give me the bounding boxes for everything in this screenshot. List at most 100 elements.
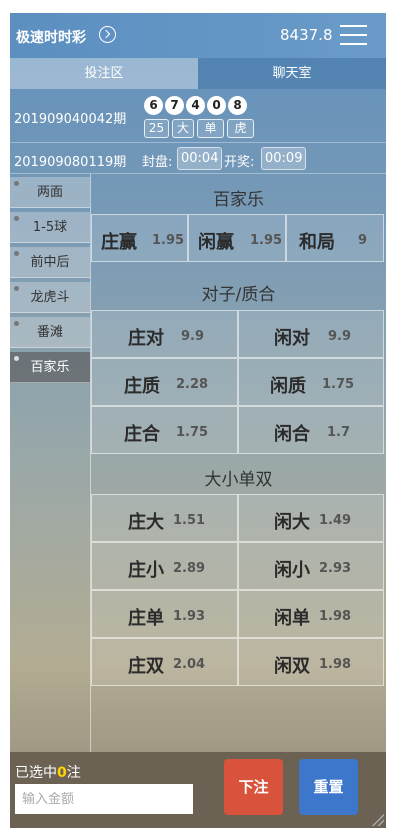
result-ball: 8 (228, 96, 247, 115)
sidebar-item-label: 两面 (36, 185, 63, 200)
bet-option-name: 庄大 (128, 512, 164, 533)
sidebar-item-ball-1-5[interactable]: 1-5球 (10, 212, 90, 243)
bet-option-name: 庄单 (128, 608, 164, 629)
bet-option[interactable]: 庄小 2.89 (91, 542, 238, 590)
chevron-right-circle-icon[interactable] (99, 26, 116, 43)
sidebar-item-label: 龙虎斗 (30, 290, 70, 305)
play-type-sidebar: 两面 1-5球 前中后 龙虎斗 番滩 百家乐 (10, 174, 90, 752)
bet-option-odds: 1.95 (152, 233, 185, 248)
bet-option[interactable]: 庄质 2.28 (91, 358, 238, 406)
bullet-icon (14, 321, 19, 326)
sidebar-item-dragon-tiger[interactable]: 龙虎斗 (10, 282, 90, 313)
bet-option[interactable]: 闲小 2.93 (238, 542, 384, 590)
bet-option-odds: 1.49 (319, 513, 352, 528)
result-tag-sum: 25 (144, 119, 169, 138)
bet-option-name: 庄双 (128, 656, 164, 677)
bet-option[interactable]: 庄双 2.04 (91, 638, 238, 686)
bet-option[interactable]: 闲合 1.7 (238, 406, 384, 454)
bullet-icon (14, 216, 19, 221)
amount-input[interactable] (15, 784, 193, 814)
bet-option-name: 闲合 (274, 424, 310, 445)
bet-option-odds: 1.7 (327, 425, 351, 440)
tab-bar: 投注区 聊天室 (10, 58, 386, 89)
bet-option-odds: 2.04 (173, 657, 206, 672)
bet-option-odds: 2.93 (319, 561, 352, 576)
sidebar-item-fantan[interactable]: 番滩 (10, 317, 90, 348)
bet-option[interactable]: 闲双 1.98 (238, 638, 384, 686)
reset-button[interactable]: 重置 (299, 759, 358, 815)
top-bar: 极速时时彩 8437.8 (10, 13, 386, 58)
tab-betting[interactable]: 投注区 (10, 58, 198, 89)
selection-prefix: 已选中 (15, 765, 57, 781)
section-title-pairs: 对子/质合 (201, 285, 276, 305)
open-label: 开奖: (224, 155, 255, 170)
bet-option-name: 闲质 (270, 376, 306, 397)
open-timer: 00:09 (261, 147, 307, 170)
bet-board: 百家乐 庄赢 1.95 闲赢 1.95 和局 9 对子/质合 庄对 9.9 闲对… (91, 174, 386, 752)
bet-option-odds: 1.98 (319, 657, 352, 672)
result-ball: 6 (144, 96, 163, 115)
selection-count-value: 0 (57, 765, 67, 781)
bet-option-name: 闲单 (274, 608, 310, 629)
result-ball: 7 (165, 96, 184, 115)
last-draw-issue: 201909040042期 (14, 112, 127, 127)
bullet-icon (14, 251, 19, 256)
bet-option-name: 闲对 (274, 328, 310, 349)
bullet-icon (14, 356, 19, 361)
bet-option-name: 庄赢 (101, 232, 137, 253)
sidebar-item-two-sides[interactable]: 两面 (10, 177, 90, 208)
bet-option[interactable]: 庄合 1.75 (91, 406, 238, 454)
bet-option[interactable]: 庄对 9.9 (91, 310, 238, 358)
place-bet-button[interactable]: 下注 (224, 759, 283, 815)
bet-option-odds: 1.75 (176, 425, 209, 440)
bet-option[interactable]: 闲质 1.75 (238, 358, 384, 406)
bet-option[interactable]: 庄单 1.93 (91, 590, 238, 638)
bet-option-name: 闲小 (274, 560, 310, 581)
close-label: 封盘: (142, 155, 173, 170)
selection-count: 已选中0注 (15, 762, 81, 782)
section-title-baccarat: 百家乐 (213, 190, 264, 210)
section-title-size-parity: 大小单双 (204, 470, 273, 490)
last-draw-row: 201909040042期 6 7 4 0 8 25 大 单 虎 (10, 89, 386, 143)
app-window: 极速时时彩 8437.8 投注区 聊天室 201909040042期 6 7 4… (10, 13, 386, 828)
bet-option-odds: 2.89 (173, 561, 206, 576)
bet-option[interactable]: 闲赢 1.95 (188, 214, 286, 262)
result-ball: 0 (207, 96, 226, 115)
sidebar-item-label: 番滩 (36, 325, 63, 340)
sidebar-item-baccarat[interactable]: 百家乐 (10, 352, 90, 383)
bet-option-name: 闲赢 (198, 232, 234, 253)
hamburger-menu-icon[interactable] (340, 23, 367, 47)
result-tag-dragon-tiger: 虎 (227, 119, 254, 138)
result-ball: 4 (186, 96, 205, 115)
bet-option[interactable]: 闲大 1.49 (238, 494, 384, 542)
bet-option-name: 闲双 (274, 656, 310, 677)
bet-option-name: 庄小 (128, 560, 164, 581)
sidebar-item-label: 前中后 (30, 255, 70, 270)
bet-option-odds: 1.75 (322, 377, 355, 392)
countdown-row: 201909080119期 封盘: 00:04 开奖: 00:09 (10, 144, 386, 174)
bet-option[interactable]: 闲单 1.98 (238, 590, 384, 638)
current-issue: 201909080119期 (14, 155, 127, 170)
sidebar-item-label: 1-5球 (32, 220, 68, 235)
bet-option-odds: 1.51 (173, 513, 206, 528)
tab-chat[interactable]: 聊天室 (198, 58, 386, 89)
bet-option[interactable]: 庄赢 1.95 (91, 214, 188, 262)
bet-option-odds: 9 (358, 233, 368, 248)
sidebar-item-label: 百家乐 (30, 360, 70, 375)
bullet-icon (14, 286, 19, 291)
account-balance: 8437.8 (280, 26, 333, 44)
result-tag-parity: 单 (197, 119, 224, 138)
resize-grip-icon[interactable] (372, 814, 384, 826)
bet-footer: 已选中0注 下注 重置 (10, 752, 386, 828)
bet-option[interactable]: 庄大 1.51 (91, 494, 238, 542)
result-tag-size: 大 (172, 119, 194, 138)
game-title[interactable]: 极速时时彩 (16, 27, 86, 47)
sidebar-item-front-mid-back[interactable]: 前中后 (10, 247, 90, 278)
bet-option-odds: 9.9 (328, 329, 352, 344)
close-timer: 00:04 (177, 147, 223, 170)
selection-suffix: 注 (66, 765, 81, 781)
bet-option-odds: 9.9 (181, 329, 205, 344)
bet-option[interactable]: 闲对 9.9 (238, 310, 384, 358)
bet-option[interactable]: 和局 9 (286, 214, 384, 262)
bet-option-name: 和局 (299, 232, 335, 253)
